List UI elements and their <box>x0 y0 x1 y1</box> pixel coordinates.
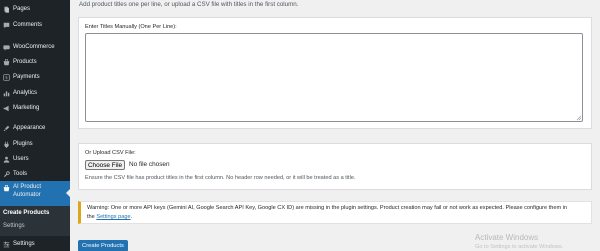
sidebar-item-label: AI Product Automator <box>13 184 42 198</box>
products-icon <box>3 58 10 66</box>
sidebar-item-label: Products <box>13 59 37 65</box>
settings-icon <box>3 241 10 248</box>
notice-the: the <box>87 214 95 220</box>
sidebar-item-label: Appearance <box>13 125 46 131</box>
resize-grip-icon[interactable] <box>576 115 581 120</box>
sidebar-item-woocommerce[interactable]: WooCommerce <box>0 39 70 55</box>
csv-label: Or Upload CSV File: <box>85 150 136 156</box>
api-key-warning-notice: Warning: One or more API keys (Gemini AI… <box>78 201 592 224</box>
plugins-icon <box>3 141 10 148</box>
svg-text:$: $ <box>5 75 8 80</box>
sidebar-item-tools[interactable]: Tools <box>0 166 70 182</box>
sidebar-item-ai-product-automator[interactable]: AI Product Automator <box>0 181 70 207</box>
comments-icon <box>3 22 10 29</box>
activate-windows-title: Activate Windows <box>475 233 539 242</box>
users-icon <box>3 156 10 163</box>
titles-label: Enter Titles Manually (One Per Line): <box>85 24 177 30</box>
sidebar-item-settings[interactable]: Settings <box>0 236 70 251</box>
sidebar-item-label: Analytics <box>13 90 38 96</box>
sidebar-item-marketing[interactable]: Marketing <box>0 100 70 116</box>
sidebar-item-label: Pages <box>13 6 31 12</box>
pages-icon <box>3 6 10 13</box>
sidebar-item-products[interactable]: Products <box>0 54 70 70</box>
sidebar-item-appearance[interactable]: Appearance <box>0 120 70 136</box>
tools-icon <box>3 170 10 178</box>
sidebar-item-label: Settings <box>13 241 35 247</box>
notice-text: Warning: One or more API keys (Gemini AI… <box>87 205 568 211</box>
csv-help-text: Ensure the CSV file has product titles i… <box>85 175 356 181</box>
admin-sidebar: Pages Comments WooCommerce Products $ Pa… <box>0 0 70 251</box>
activate-windows-subtitle: Go to Settings to activate Windows. <box>475 244 564 250</box>
sidebar-item-analytics[interactable]: Analytics <box>0 85 70 101</box>
appearance-icon <box>3 125 10 132</box>
analytics-icon <box>3 90 10 97</box>
woocommerce-icon <box>3 44 10 51</box>
submenu-item-create-products[interactable]: Create Products <box>3 210 49 216</box>
sidebar-item-payments[interactable]: $ Payments <box>0 69 70 85</box>
sidebar-item-label: Tools <box>13 171 28 177</box>
marketing-icon <box>3 105 10 112</box>
file-status: No file chosen <box>129 161 170 168</box>
titles-card: Enter Titles Manually (One Per Line): <box>78 17 592 129</box>
sidebar-item-label: Users <box>13 156 29 162</box>
sidebar-item-label: Marketing <box>13 105 40 111</box>
csv-upload-card: Or Upload CSV File: Choose File No file … <box>78 143 592 190</box>
sidebar-item-label: Payments <box>13 74 40 80</box>
sidebar-item-comments[interactable]: Comments <box>0 17 70 33</box>
notice-line-2: the Settings page. <box>87 214 132 220</box>
sidebar-item-plugins[interactable]: Plugins <box>0 136 70 152</box>
sidebar-submenu: Create Products Settings <box>0 206 70 236</box>
titles-textarea[interactable] <box>85 33 583 122</box>
settings-page-link[interactable]: Settings page <box>96 214 130 220</box>
notice-period: . <box>130 214 133 220</box>
current-menu-arrow <box>66 189 70 197</box>
create-products-button[interactable]: Create Products <box>78 240 128 251</box>
ai-product-automator-icon <box>3 185 10 192</box>
sidebar-item-users[interactable]: Users <box>0 151 70 167</box>
sidebar-item-pages[interactable]: Pages <box>0 1 70 17</box>
submenu-item-settings[interactable]: Settings <box>3 223 25 229</box>
payments-icon: $ <box>3 73 10 81</box>
sidebar-item-label: Comments <box>13 22 43 28</box>
page-intro: Add product titles one per line, or uplo… <box>79 1 299 8</box>
choose-file-button[interactable]: Choose File <box>85 160 125 170</box>
sidebar-item-label: Plugins <box>13 141 33 147</box>
sidebar-item-label: WooCommerce <box>13 44 55 50</box>
